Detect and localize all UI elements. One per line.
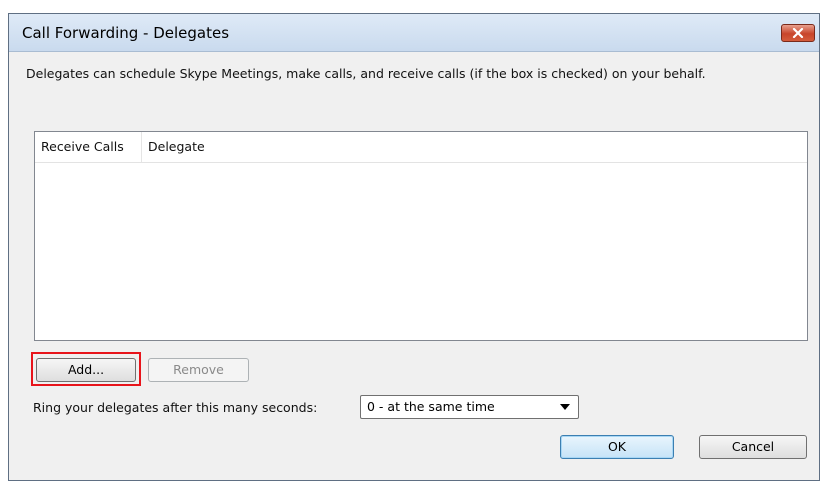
ok-button[interactable]: OK [560, 435, 674, 459]
delegates-list-header: Receive Calls Delegate [35, 132, 807, 163]
ring-delay-label: Ring your delegates after this many seco… [33, 400, 318, 415]
ring-delay-select[interactable]: 0 - at the same time [360, 395, 579, 419]
remove-delegate-button[interactable]: Remove [148, 358, 249, 382]
close-icon [792, 28, 804, 38]
delegates-list-body[interactable] [35, 163, 807, 340]
dialog-title: Call Forwarding - Delegates [22, 24, 230, 42]
column-header-receive-calls[interactable]: Receive Calls [35, 132, 142, 162]
dialog-client-area: Delegates can schedule Skype Meetings, m… [9, 52, 819, 480]
chevron-down-icon [560, 404, 570, 410]
title-bar[interactable]: Call Forwarding - Delegates [9, 14, 819, 52]
cancel-button[interactable]: Cancel [699, 435, 807, 459]
close-button[interactable] [781, 24, 815, 42]
ring-delay-selected-value: 0 - at the same time [367, 399, 495, 414]
column-header-delegate[interactable]: Delegate [142, 132, 442, 162]
delegates-list[interactable]: Receive Calls Delegate [34, 131, 808, 341]
add-delegate-button[interactable]: Add... [36, 358, 136, 382]
delegates-description: Delegates can schedule Skype Meetings, m… [26, 66, 706, 81]
call-forwarding-delegates-dialog: Call Forwarding - Delegates Delegates ca… [8, 13, 820, 481]
